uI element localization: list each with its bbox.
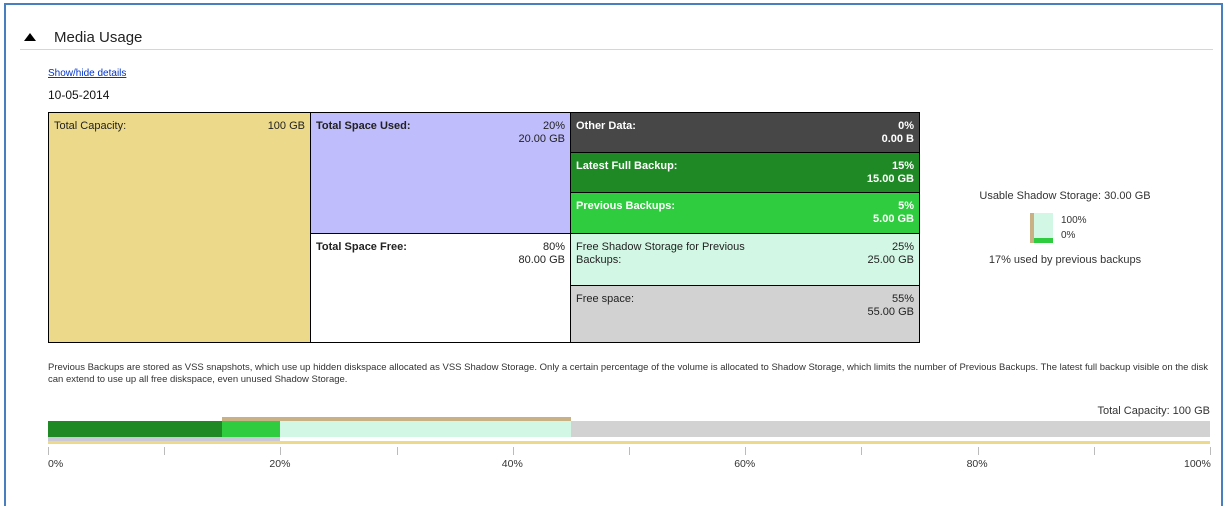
- section-header[interactable]: Media Usage: [20, 27, 1213, 50]
- previous-backups-value: 5.00 GB: [873, 213, 914, 225]
- collapse-triangle-icon[interactable]: [24, 33, 36, 41]
- capacity-bar: [48, 417, 1210, 448]
- free-space-pct: 55%: [891, 293, 914, 305]
- show-hide-details-link[interactable]: Show/hide details: [48, 68, 126, 79]
- total-capacity-value: 100 GB: [267, 120, 305, 132]
- free-space-value: 55.00 GB: [867, 306, 914, 318]
- gauge-bottom-pct: 0%: [1061, 230, 1076, 241]
- latest-full-backup-cell: Latest Full Backup: 15% 15.00 GB: [571, 153, 919, 193]
- usage-table: Total Capacity: 100 GB Total Space Used:…: [48, 112, 920, 343]
- axis-tick: [977, 447, 979, 455]
- total-capacity-label: Total Capacity:: [54, 120, 127, 132]
- section-title: Media Usage: [54, 29, 143, 46]
- free-shadow-storage-cell: Free Shadow Storage for Previous Backups…: [571, 234, 919, 286]
- axis-tick: [48, 447, 49, 455]
- bar-free-space-segment: [570, 421, 1210, 437]
- explanatory-note: Previous Backups are stored as VSS snaps…: [48, 362, 1208, 385]
- free-space-cell: Free space: 55% 55.00 GB: [571, 286, 919, 342]
- axis-label: 80%: [966, 458, 988, 470]
- bar-free-shadow-segment: [280, 421, 571, 437]
- free-space-label: Free space:: [576, 293, 635, 305]
- gauge-top-pct: 100%: [1061, 215, 1087, 226]
- free-shadow-label-2: Backups:: [576, 254, 622, 266]
- total-capacity-cell: Total Capacity: 100 GB: [49, 113, 311, 342]
- total-free-cell: Total Space Free: 80% 80.00 GB: [311, 234, 571, 342]
- total-free-pct: 80%: [542, 241, 565, 253]
- axis-tick: [512, 447, 514, 455]
- axis-label: 40%: [501, 458, 523, 470]
- total-free-label: Total Space Free:: [316, 241, 407, 253]
- previous-backups-pct: 5%: [898, 200, 914, 212]
- report-date: 10-05-2014: [48, 88, 110, 102]
- previous-backups-values: 5% 5.00 GB: [873, 200, 914, 226]
- latest-full-value: 15.00 GB: [866, 173, 914, 185]
- free-shadow-pct: 25%: [891, 241, 914, 253]
- total-used-label: Total Space Used:: [316, 120, 411, 132]
- free-shadow-labels: Free Shadow Storage for Previous Backups…: [576, 241, 745, 267]
- total-used-values: 20% 20.00 GB: [519, 120, 565, 146]
- axis-tick: [164, 447, 166, 455]
- other-data-value: 0.00 B: [881, 133, 914, 145]
- total-free-value: 80.00 GB: [518, 254, 565, 266]
- shadow-used-text: 17% used by previous backups: [988, 254, 1142, 266]
- latest-full-label: Latest Full Backup:: [576, 160, 678, 172]
- other-data-cell: Other Data: 0% 0.00 B: [571, 113, 919, 153]
- usable-shadow-storage-text: Usable Shadow Storage: 30.00 GB: [979, 190, 1151, 202]
- axis-tick: [396, 447, 398, 455]
- shadow-storage-summary: Usable Shadow Storage: 30.00 GB: [960, 190, 1170, 202]
- previous-backups-cell: Previous Backups: 5% 5.00 GB: [571, 193, 919, 234]
- other-data-pct: 0%: [898, 120, 914, 132]
- total-capacity-caption: Total Capacity: 100 GB: [1097, 405, 1210, 417]
- shadow-storage-gauge: [1030, 213, 1053, 243]
- free-shadow-values: 25% 25.00 GB: [868, 241, 914, 267]
- axis-label: 60%: [734, 458, 756, 470]
- previous-backups-label: Previous Backups:: [576, 200, 676, 212]
- axis-tick: [1093, 447, 1095, 455]
- axis-tick: [629, 447, 630, 455]
- other-data-label: Other Data:: [576, 120, 636, 132]
- total-used-value: 20.00 GB: [518, 133, 565, 145]
- total-used-cell: Total Space Used: 20% 20.00 GB: [311, 113, 571, 234]
- axis-label: 20%: [269, 458, 291, 470]
- gauge-fill: [1034, 237, 1053, 243]
- free-shadow-label-1: Free Shadow Storage for Previous: [576, 241, 745, 253]
- total-used-pct: 20%: [542, 120, 565, 132]
- capacity-baseline: [48, 441, 1210, 444]
- other-data-values: 0% 0.00 B: [882, 120, 914, 146]
- bar-latest-full-segment: [48, 421, 223, 437]
- axis-label: 100%: [1184, 458, 1211, 470]
- free-shadow-value: 25.00 GB: [867, 254, 914, 266]
- latest-full-pct: 15%: [891, 160, 914, 172]
- axis-tick: [861, 447, 863, 455]
- latest-full-values: 15% 15.00 GB: [867, 160, 914, 186]
- axis-tick: [280, 447, 282, 455]
- axis-tick: [745, 447, 747, 455]
- axis-label: 0%: [48, 458, 64, 470]
- axis-tick: [1210, 447, 1211, 455]
- free-space-values: 55% 55.00 GB: [868, 293, 914, 319]
- total-free-values: 80% 80.00 GB: [519, 241, 565, 267]
- bar-previous-segment: [222, 421, 281, 437]
